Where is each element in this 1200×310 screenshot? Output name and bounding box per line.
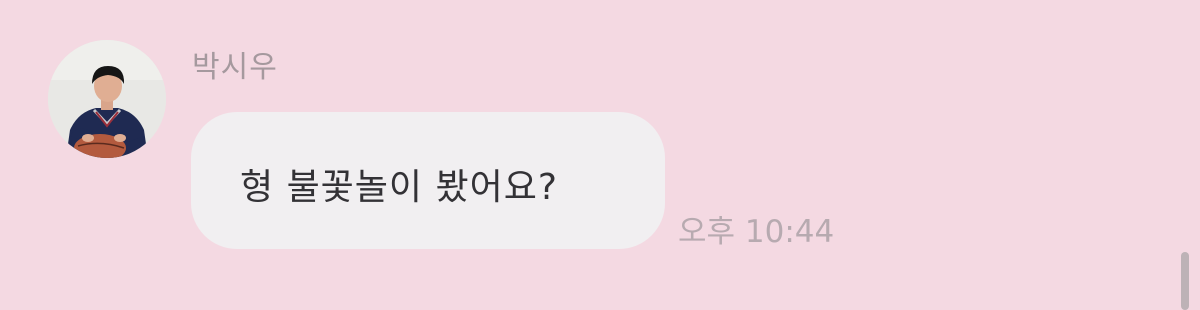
profile-photo	[48, 40, 166, 158]
scrollbar-thumb[interactable]	[1181, 252, 1189, 310]
message-bubble[interactable]: 형 불꽃놀이 봤어요?	[191, 112, 665, 249]
message-timestamp: 오후 10:44	[678, 214, 835, 250]
message-text: 형 불꽃놀이 봤어요?	[240, 167, 558, 208]
sender-name: 박시우	[192, 50, 278, 85]
avatar[interactable]	[48, 40, 166, 158]
chat-view: 박시우 형 불꽃놀이 봤어요? 오후 10:44	[0, 0, 1200, 310]
